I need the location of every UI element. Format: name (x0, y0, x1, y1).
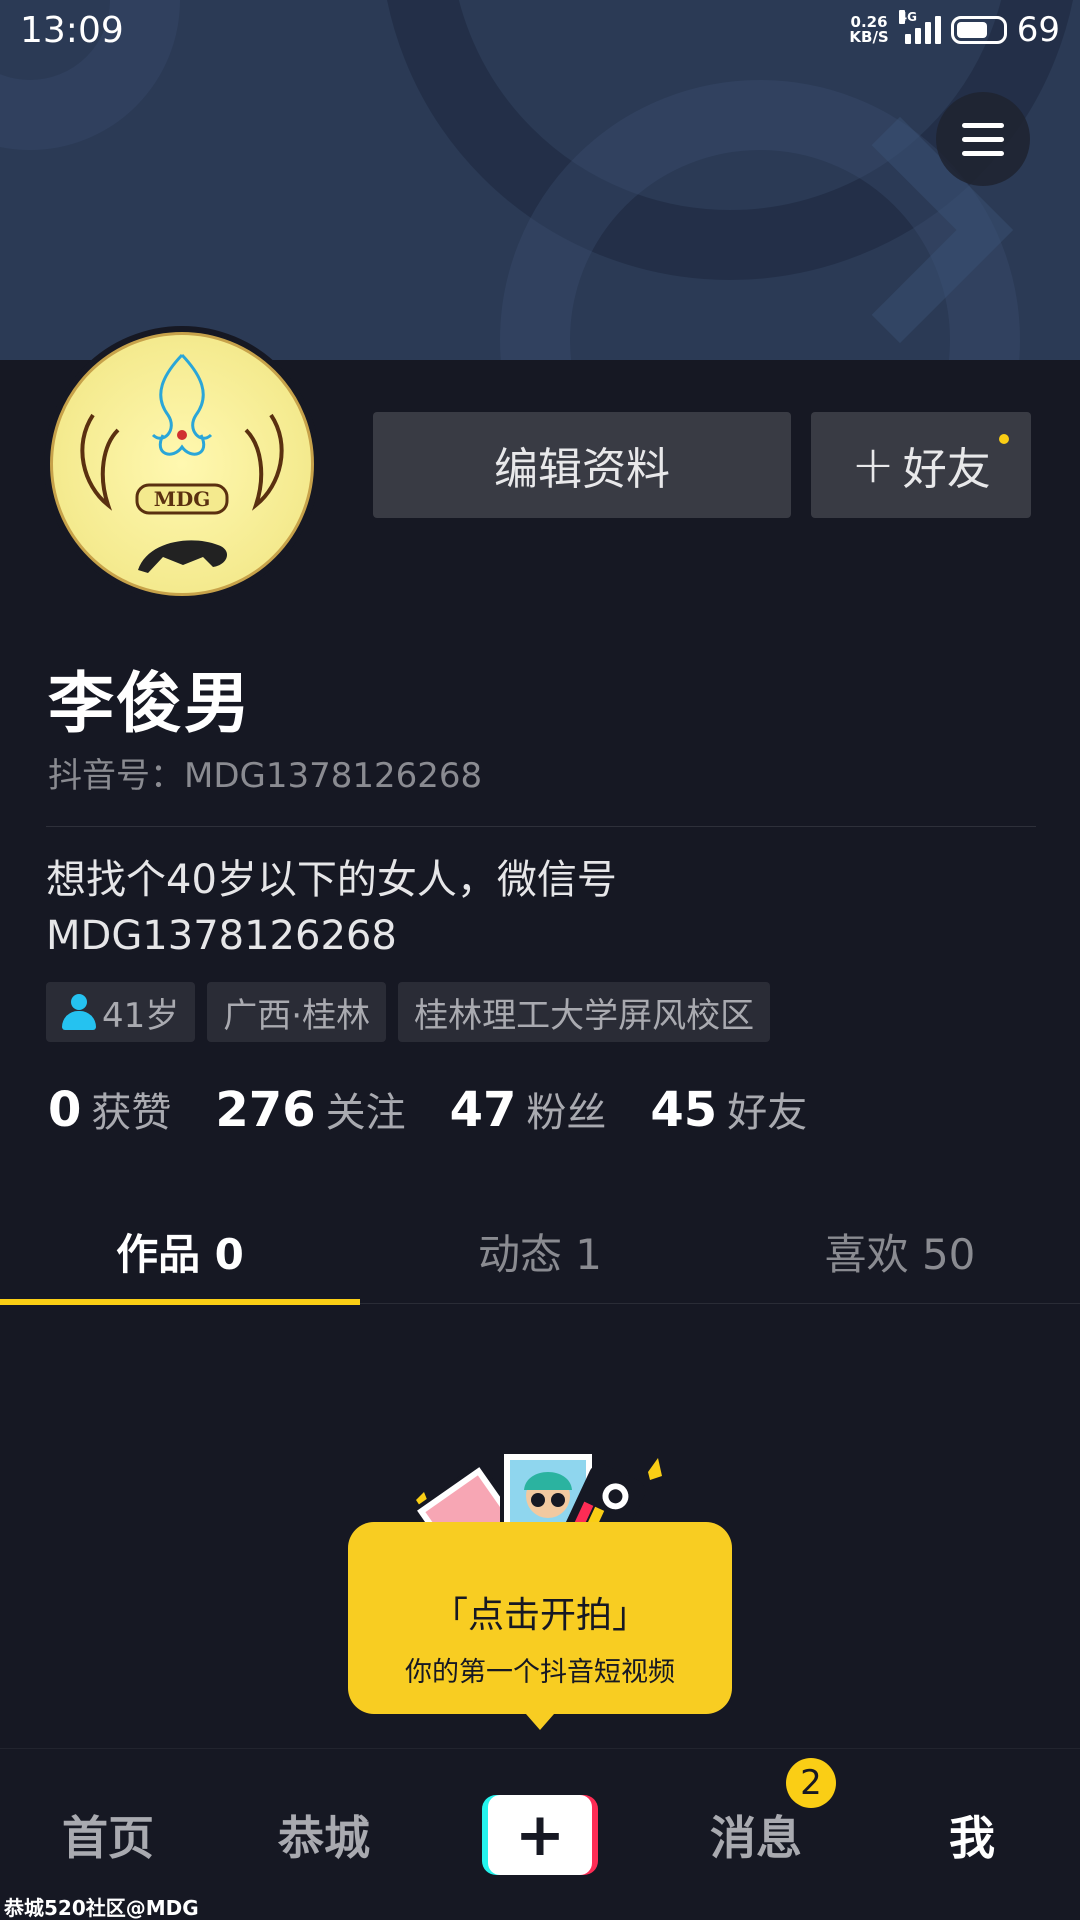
douyin-id[interactable]: 抖音号：MDG1378126268 (48, 748, 482, 797)
watermark: 恭城520社区@MDG (4, 1896, 199, 1920)
tab-works[interactable]: 作品 0 (0, 1200, 360, 1305)
stat-followers[interactable]: 47 粉丝 (450, 1080, 607, 1138)
shoot-prompt-title: 「点击开拍」 (431, 1595, 648, 1636)
stat-number: 0 (48, 1082, 82, 1138)
add-friend-button[interactable]: + 好友 (811, 412, 1031, 518)
profile-tags: 41岁 广西·桂林 桂林理工大学屏风校区 (46, 982, 771, 1042)
stat-friends[interactable]: 45 好友 (650, 1080, 807, 1138)
status-bar: 13:09 0.26 KB/S 4G 69 (0, 0, 1080, 60)
nav-me[interactable]: 我 (864, 1802, 1080, 1868)
messages-badge: 2 (786, 1757, 836, 1808)
signal-icon: 4G (898, 10, 941, 44)
tab-likes[interactable]: 喜欢 50 (720, 1200, 1080, 1303)
nav-home[interactable]: 首页 (0, 1802, 216, 1868)
battery-icon (950, 16, 1007, 44)
create-plus-icon: + (488, 1794, 592, 1875)
nav-create: + (432, 1794, 648, 1875)
network-speed: 0.26 KB/S (849, 15, 888, 45)
bio-line: MDG1378126268 (46, 913, 397, 959)
edit-profile-button[interactable]: 编辑资料 (373, 412, 791, 518)
menu-button[interactable] (936, 92, 1030, 186)
start-shooting-card[interactable]: 「点击开拍」 你的第一个抖音短视频 (348, 1522, 732, 1730)
profile-stats: 0 获赞 276 关注 47 粉丝 45 好友 (48, 1080, 851, 1138)
avatar[interactable]: MDG (44, 326, 320, 602)
status-time: 13:09 (20, 9, 124, 51)
stat-label: 粉丝 (526, 1090, 607, 1136)
stat-label: 关注 (325, 1090, 406, 1136)
hamburger-icon (962, 122, 1004, 128)
avatar-image: MDG (50, 332, 314, 596)
notification-dot (999, 434, 1009, 444)
content-tabs: 作品 0 动态 1 喜欢 50 (0, 1200, 1080, 1305)
stat-label: 好友 (727, 1090, 808, 1136)
shoot-prompt-subtitle: 你的第一个抖音短视频 (405, 1657, 675, 1688)
network-speed-unit: KB/S (849, 28, 889, 46)
nav-city[interactable]: 恭城 (216, 1802, 432, 1868)
location-label: 广西·桂林 (223, 995, 371, 1036)
add-friend-label: 好友 (902, 444, 991, 495)
age-label: 41岁 (102, 995, 180, 1036)
avatar-text: MDG (154, 487, 211, 511)
stat-following[interactable]: 276 关注 (215, 1080, 405, 1138)
age-tag: 41岁 (46, 982, 196, 1042)
create-button[interactable]: + (482, 1794, 598, 1875)
profile-name: 李俊男 (48, 665, 252, 742)
stat-number: 276 (215, 1082, 316, 1138)
nav-messages-label: 消息 (710, 1810, 802, 1865)
school-tag[interactable]: 桂林理工大学屏风校区 (398, 982, 771, 1042)
avatar-emblem-icon: MDG (80, 353, 284, 573)
stat-number: 47 (449, 1082, 517, 1138)
stat-label: 获赞 (91, 1090, 172, 1136)
network-type: 4G (898, 10, 917, 24)
school-label: 桂林理工大学屏风校区 (414, 995, 755, 1036)
edit-profile-label: 编辑资料 (494, 444, 670, 495)
nav-messages[interactable]: 消息 2 (648, 1757, 864, 1868)
tab-moments[interactable]: 动态 1 (360, 1200, 720, 1303)
plus-icon: + (851, 435, 895, 495)
person-icon (62, 994, 96, 1030)
divider (46, 826, 1036, 827)
profile-bio: 想找个40岁以下的女人，微信号 MDG1378126268 (46, 852, 1036, 964)
bio-line: 想找个40岁以下的女人，微信号 (46, 857, 617, 903)
stat-likes[interactable]: 0 获赞 (48, 1080, 171, 1138)
location-tag[interactable]: 广西·桂林 (207, 982, 387, 1042)
stat-number: 45 (650, 1082, 718, 1138)
battery-percent: 69 (1016, 10, 1060, 50)
